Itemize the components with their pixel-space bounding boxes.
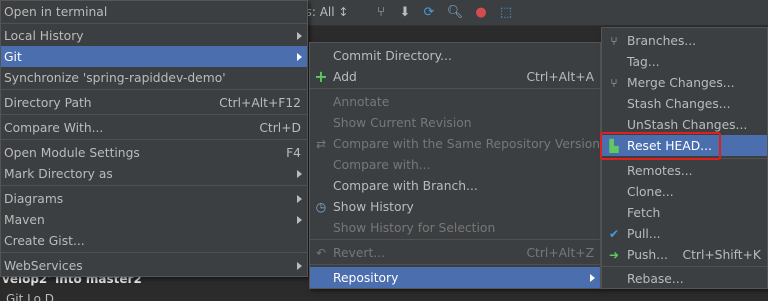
menu-local-history[interactable]: Local History (1, 25, 307, 46)
branch-icon[interactable]: ⑂ (372, 3, 390, 21)
menu-commit-directory[interactable]: Commit Directory... (310, 45, 600, 66)
download-icon[interactable]: ⬇ (396, 3, 414, 21)
push-icon: ➜ (608, 247, 620, 262)
submenu-arrow-icon (297, 215, 302, 224)
menu-show-current-revision[interactable]: Show Current Revision (310, 112, 600, 133)
separator (1, 89, 307, 90)
branch-icon: ⑂ (610, 33, 618, 48)
menu-add[interactable]: + Add Ctrl+Alt+A (310, 66, 600, 87)
menu-synchronize[interactable]: Synchronize 'spring-rapiddev-demo' (1, 67, 307, 88)
separator (310, 239, 600, 240)
merge-icon: ⑂ (610, 75, 618, 90)
menu-compare-with[interactable]: Compare With... Ctrl+D (1, 117, 307, 138)
separator (310, 88, 600, 89)
submenu-arrow-icon (297, 52, 302, 61)
highlight-box (600, 132, 721, 160)
separator (602, 266, 767, 267)
submenu-arrow-icon (297, 31, 302, 40)
menu-compare-with[interactable]: Compare with... (310, 154, 600, 175)
cherry-pick-icon[interactable]: ● (472, 3, 490, 21)
menu-show-history-selection[interactable]: Show History for Selection (310, 217, 600, 238)
menu-fetch[interactable]: Fetch (602, 202, 767, 223)
separator (1, 139, 307, 140)
menu-pull[interactable]: ✔ Pull... (602, 223, 767, 244)
git-submenu: Commit Directory... + Add Ctrl+Alt+A Ann… (309, 42, 601, 289)
refresh-icon[interactable]: ⟳ (420, 3, 438, 21)
compare-icon: ⇄ (315, 136, 327, 151)
menu-open-in-terminal[interactable]: Open in terminal (1, 1, 307, 22)
menu-merge-changes[interactable]: ⑂ Merge Changes... (602, 72, 767, 93)
submenu-arrow-icon (297, 194, 302, 203)
plus-icon: + (314, 67, 328, 86)
menu-diagrams[interactable]: Diagrams (1, 188, 307, 209)
menu-compare-with-branch[interactable]: Compare with Branch... (310, 175, 600, 196)
menu-create-gist[interactable]: Create Gist... (1, 230, 307, 251)
submenu-arrow-icon (297, 261, 302, 270)
submenu-arrow-icon (590, 273, 595, 282)
menu-mark-directory-as[interactable]: Mark Directory as (1, 163, 307, 184)
menu-annotate[interactable]: Annotate (310, 91, 600, 112)
menu-tag[interactable]: Tag... (602, 51, 767, 72)
commit-message-2: Git Lo D (6, 292, 55, 301)
menu-webservices[interactable]: WebServices (1, 255, 307, 276)
separator (1, 185, 307, 186)
menu-show-history[interactable]: ◷ Show History (310, 196, 600, 217)
pull-icon: ✔ (608, 226, 620, 241)
menu-push[interactable]: ➜ Push... Ctrl+Shift+K (602, 244, 767, 265)
menu-rebase[interactable]: Rebase... (602, 268, 767, 289)
menu-branches[interactable]: ⑂ Branches... (602, 30, 767, 51)
menu-revert[interactable]: ↶ Revert... Ctrl+Alt+Z (310, 242, 600, 263)
separator (1, 252, 307, 253)
menu-directory-path[interactable]: Directory Path Ctrl+Alt+F12 (1, 92, 307, 113)
separator (310, 264, 600, 265)
separator (1, 114, 307, 115)
menu-remotes[interactable]: Remotes... (602, 160, 767, 181)
submenu-arrow-icon (297, 169, 302, 178)
revert-icon: ↶ (315, 245, 327, 260)
separator (1, 23, 307, 24)
search-icon[interactable]: 🔍︎ (446, 3, 464, 21)
expand-icon[interactable]: ⬚ (497, 3, 515, 21)
menu-repository[interactable]: Repository (310, 267, 600, 288)
menu-clone[interactable]: Clone... (602, 181, 767, 202)
menu-maven[interactable]: Maven (1, 209, 307, 230)
menu-stash-changes[interactable]: Stash Changes... (602, 93, 767, 114)
menu-git[interactable]: Git (1, 46, 307, 67)
project-context-menu: Open in terminal Local History Git Synch… (0, 0, 308, 277)
menu-compare-same-repo-version[interactable]: ⇄ Compare with the Same Repository Versi… (310, 133, 600, 154)
history-icon: ◷ (315, 199, 327, 214)
menu-open-module-settings[interactable]: Open Module Settings F4 (1, 142, 307, 163)
